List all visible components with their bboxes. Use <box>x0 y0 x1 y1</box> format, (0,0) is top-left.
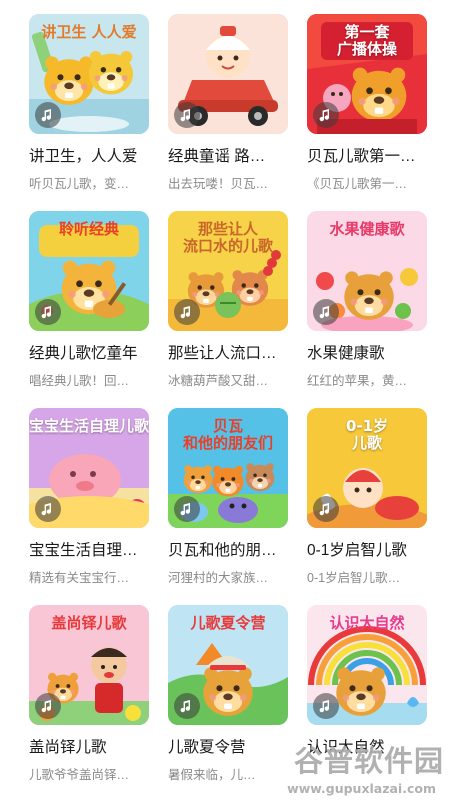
cover-caption: 讲卫生 人人爱 <box>41 23 137 41</box>
cover-caption: 第一套 广播体操 <box>336 23 397 58</box>
album-title[interactable]: 贝瓦和他的朋… <box>168 542 290 560</box>
play-icon[interactable] <box>35 102 61 128</box>
watermark-url: www.gupuxlazai.com <box>287 781 436 796</box>
album-description: 唱经典儿歌！回… <box>29 374 130 388</box>
album-cover[interactable]: 盖尚铎儿歌 <box>29 605 149 725</box>
cover-caption: 那些让人 流口水的儿歌 <box>182 220 273 255</box>
album-card[interactable]: 宝宝生活自理儿歌 宝宝生活自理… 精选有关宝宝行… <box>29 408 149 605</box>
album-cover[interactable]: 儿歌夏令营 <box>168 605 288 725</box>
album-description: 《贝瓦儿歌第一… <box>307 177 408 191</box>
album-card[interactable]: 第一套 广播体操贝瓦儿歌第一… 《贝瓦儿歌第一… <box>307 14 427 211</box>
play-icon[interactable] <box>35 693 61 719</box>
album-description: 听贝瓦儿歌，变… <box>29 177 130 191</box>
album-card[interactable]: 水果健康歌 水果健康歌 红红的苹果，黄… <box>307 211 427 408</box>
album-title[interactable]: 讲卫生，人人爱 <box>29 148 151 166</box>
album-card[interactable]: 聆听经典经典儿歌忆童年唱经典儿歌！回… <box>29 211 149 408</box>
play-icon[interactable] <box>174 693 200 719</box>
album-title[interactable]: 经典儿歌忆童年 <box>29 345 151 363</box>
play-icon[interactable] <box>313 496 339 522</box>
album-title[interactable]: 水果健康歌 <box>307 345 429 363</box>
album-card[interactable]: 经典童谣 路… 出去玩喽！贝瓦… <box>168 14 288 211</box>
watermark-main: 谷普软件园 <box>293 744 444 778</box>
album-title[interactable]: 那些让人流口… <box>168 345 290 363</box>
album-description: 儿歌爷爷盖尚铎… <box>29 768 130 782</box>
album-cover[interactable]: 宝宝生活自理儿歌 <box>29 408 149 528</box>
cover-caption: 聆听经典 <box>58 220 119 238</box>
album-cover[interactable]: 贝瓦 和他的朋友们 <box>168 408 288 528</box>
album-title[interactable]: 宝宝生活自理… <box>29 542 151 560</box>
cover-caption: 0-1岁 儿歌 <box>345 417 389 452</box>
cover-caption: 宝宝生活自理儿歌 <box>29 417 149 435</box>
album-grid: 讲卫生 人人爱 讲卫生，人人爱听贝瓦儿歌，变… 经典童谣 路… 出去玩喽！贝瓦… <box>29 14 427 800</box>
album-card[interactable]: 那些让人 流口水的儿歌那些让人流口… 冰糖葫芦酸又甜… <box>168 211 288 408</box>
album-cover[interactable]: 聆听经典 <box>29 211 149 331</box>
cover-caption: 水果健康歌 <box>329 220 405 238</box>
album-description: 精选有关宝宝行… <box>29 571 130 585</box>
album-title[interactable]: 贝瓦儿歌第一… <box>307 148 429 166</box>
play-icon[interactable] <box>174 496 200 522</box>
album-description: 冰糖葫芦酸又甜… <box>168 374 269 388</box>
album-description: 河狸村的大家族… <box>168 571 269 585</box>
album-cover[interactable]: 0-1岁 儿歌 <box>307 408 427 528</box>
play-icon[interactable] <box>313 693 339 719</box>
play-icon[interactable] <box>174 102 200 128</box>
album-card[interactable]: 盖尚铎儿歌 盖尚铎儿歌 儿歌爷爷盖尚铎… <box>29 605 149 800</box>
album-card[interactable]: 贝瓦 和他的朋友们贝瓦和他的朋… 河狸村的大家族… <box>168 408 288 605</box>
album-cover[interactable]: 认识大自然 <box>307 605 427 725</box>
play-icon[interactable] <box>313 299 339 325</box>
album-description: 出去玩喽！贝瓦… <box>168 177 269 191</box>
cover-caption: 儿歌夏令营 <box>190 614 266 632</box>
cover-caption: 贝瓦 和他的朋友们 <box>182 417 273 452</box>
site-watermark: 谷普软件园 www.gupuxlazai.com <box>245 738 450 800</box>
album-title[interactable]: 盖尚铎儿歌 <box>29 739 151 757</box>
album-cover[interactable]: 第一套 广播体操 <box>307 14 427 134</box>
play-icon[interactable] <box>313 102 339 128</box>
play-icon[interactable] <box>35 299 61 325</box>
album-card[interactable]: 讲卫生 人人爱 讲卫生，人人爱听贝瓦儿歌，变… <box>29 14 149 211</box>
album-description: 红红的苹果，黄… <box>307 374 408 388</box>
album-cover[interactable] <box>168 14 288 134</box>
cover-caption: 认识大自然 <box>329 614 405 632</box>
play-icon[interactable] <box>35 496 61 522</box>
album-card[interactable]: 0-1岁 儿歌 0-1岁启智儿歌 0-1岁启智儿歌… <box>307 408 427 605</box>
album-cover[interactable]: 水果健康歌 <box>307 211 427 331</box>
album-description: 0-1岁启智儿歌… <box>307 571 401 585</box>
album-title[interactable]: 经典童谣 路… <box>168 148 290 166</box>
album-cover[interactable]: 讲卫生 人人爱 <box>29 14 149 134</box>
album-cover[interactable]: 那些让人 流口水的儿歌 <box>168 211 288 331</box>
play-icon[interactable] <box>174 299 200 325</box>
cover-caption: 盖尚铎儿歌 <box>51 614 127 632</box>
album-title[interactable]: 0-1岁启智儿歌 <box>307 542 429 560</box>
